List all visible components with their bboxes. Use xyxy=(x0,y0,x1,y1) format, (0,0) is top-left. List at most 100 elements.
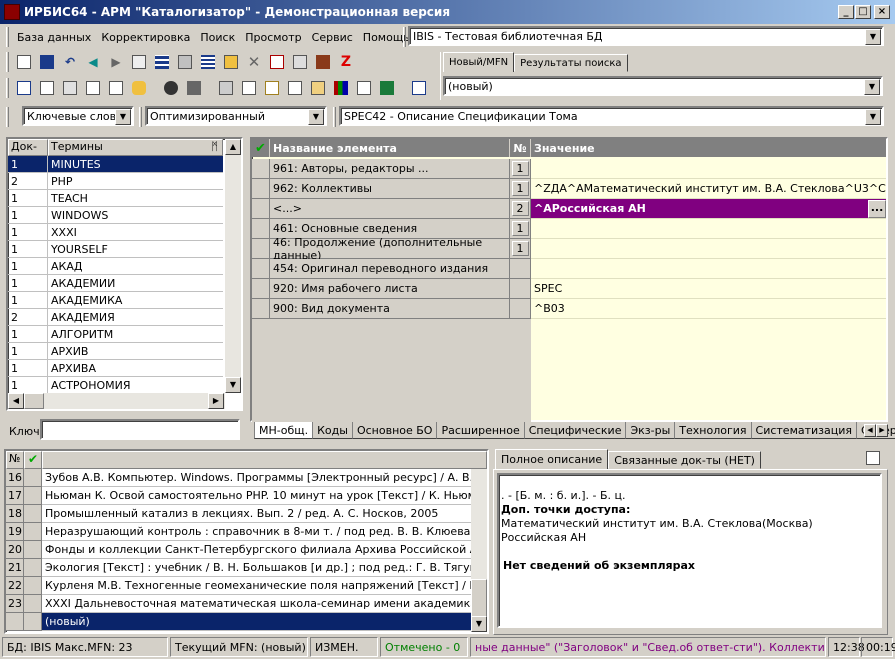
tab-search-results[interactable]: Результаты поиска xyxy=(514,54,628,72)
key-input[interactable] xyxy=(40,419,240,440)
hand-icon[interactable] xyxy=(129,78,149,98)
occurrence-badge[interactable]: 1 xyxy=(511,241,529,256)
chart-icon[interactable] xyxy=(331,78,351,98)
print-icon[interactable] xyxy=(866,451,884,467)
editor-row[interactable]: 454: Оригинал переводного издания xyxy=(252,259,886,279)
new-record-icon[interactable] xyxy=(14,52,34,72)
terms-list[interactable]: Док-ов Терминыᛗ 1MINUTES2PHP1TEACH1WINDO… xyxy=(6,137,243,411)
editor-tab[interactable]: Технология xyxy=(674,422,751,439)
checkmark-icon[interactable]: ✔ xyxy=(24,451,42,469)
chevron-down-icon[interactable]: ▼ xyxy=(865,29,881,45)
checkmark-icon[interactable]: ✔ xyxy=(252,139,270,157)
eye-icon[interactable] xyxy=(161,78,181,98)
header-doc-count[interactable]: Док-ов xyxy=(8,139,48,166)
forward-arrow-icon[interactable]: ▶ xyxy=(106,52,126,72)
header-title[interactable] xyxy=(42,451,487,469)
doc-mark[interactable] xyxy=(24,505,42,523)
editor-row[interactable]: 961: Авторы, редакторы ... 1 xyxy=(252,159,886,179)
mfn-select[interactable]: (новый) ▼ xyxy=(443,76,883,96)
term-row[interactable]: 1 АКАДЕМИИ xyxy=(8,275,223,292)
search-mode-select[interactable]: Ключевые слова ▼ xyxy=(22,106,134,126)
print-preview-icon[interactable] xyxy=(239,78,259,98)
scroll-right-icon[interactable]: ▶ xyxy=(208,393,224,409)
doc-row[interactable]: 19 Неразрушающий контроль : справочник в … xyxy=(6,523,471,541)
chevron-down-icon[interactable]: ▼ xyxy=(864,79,880,95)
editor-row[interactable]: <...> 2 ^AРоссийская АН... xyxy=(252,199,886,219)
menu-edit[interactable]: Корректировка xyxy=(96,31,195,44)
element-value[interactable]: ^B03 xyxy=(531,299,886,319)
term-row[interactable]: 1 XXXI xyxy=(8,224,223,241)
doc-row[interactable]: 20 Фонды и коллекции Санкт-Петербургского… xyxy=(6,541,471,559)
folder-icon[interactable] xyxy=(184,78,204,98)
doc-row[interactable]: 22 Курленя М.В. Техногенные геомеханическ… xyxy=(6,577,471,595)
doc-list[interactable]: № ✔ 16 Зубов А.В. Компьютер. Windows. Про… xyxy=(4,449,489,634)
element-value[interactable]: ^AРоссийская АН... xyxy=(531,199,886,219)
print-list-icon[interactable] xyxy=(262,78,282,98)
excel-icon[interactable] xyxy=(377,78,397,98)
term-row[interactable]: 1 АКАДЕМИКА xyxy=(8,292,223,309)
editor-row[interactable]: 962: Коллективы 1 ^ZДА^AМатематический инс… xyxy=(252,179,886,199)
term-row[interactable]: 1 WINDOWS xyxy=(8,207,223,224)
doc-mark[interactable] xyxy=(24,541,42,559)
term-row[interactable]: 1 YOURSELF xyxy=(8,241,223,258)
chevron-down-icon[interactable]: ▼ xyxy=(308,109,324,125)
doc-row[interactable]: (новый) xyxy=(6,613,471,631)
doc-row[interactable]: 23 XXXI Дальневосточная математическая шк… xyxy=(6,595,471,613)
doclist-vscroll[interactable]: ▼ xyxy=(471,469,487,632)
z3950-icon[interactable]: Z xyxy=(336,52,356,72)
tab-related-docs[interactable]: Связанные док-ты (НЕТ) xyxy=(608,451,761,469)
tab-scroll-left-icon[interactable]: ◀ xyxy=(864,424,876,437)
occurrence-badge[interactable]: 1 xyxy=(511,181,529,196)
element-value[interactable]: SPEC xyxy=(531,279,886,299)
editor-row[interactable]: 920: Имя рабочего листа SPEC xyxy=(252,279,886,299)
print-icon[interactable] xyxy=(216,78,236,98)
doc-mark[interactable] xyxy=(24,523,42,541)
editor-grid[interactable]: ✔ Название элемента № Значение 961: Авто… xyxy=(250,137,888,423)
chevron-down-icon[interactable]: ▼ xyxy=(865,109,881,125)
stamp-icon[interactable] xyxy=(175,52,195,72)
editor-row[interactable]: 900: Вид документа ^B03 xyxy=(252,299,886,319)
import-icon[interactable] xyxy=(267,52,287,72)
terms-vscroll[interactable]: ▲ ▼ xyxy=(225,139,241,393)
tab-full-description[interactable]: Полное описание xyxy=(495,449,609,469)
ellipsis-button[interactable]: ... xyxy=(868,200,886,218)
menu-database[interactable]: База данных xyxy=(12,31,96,44)
element-value[interactable] xyxy=(531,259,886,279)
message-edit-icon[interactable] xyxy=(83,78,103,98)
tab-scroll-right-icon[interactable]: ▶ xyxy=(876,424,888,437)
occurrence-badge[interactable]: 2 xyxy=(511,201,529,216)
term-row[interactable]: 1 MINUTES xyxy=(8,156,223,173)
element-value[interactable] xyxy=(531,239,886,259)
doc-mark[interactable] xyxy=(24,613,42,631)
stats-icon[interactable] xyxy=(354,78,374,98)
chevron-down-icon[interactable]: ▼ xyxy=(115,109,131,125)
close-button[interactable]: × xyxy=(874,5,890,19)
doc-mark[interactable] xyxy=(24,487,42,505)
tab-new-mfn[interactable]: Новый/MFN xyxy=(443,52,515,72)
editor-tab[interactable]: Коды xyxy=(312,422,352,439)
save-icon[interactable] xyxy=(37,52,57,72)
minimize-button[interactable]: _ xyxy=(838,5,854,19)
term-row[interactable]: 1 TEACH xyxy=(8,190,223,207)
doc-row[interactable]: 18 Промышленный катализ в лекциях. Вып. 2… xyxy=(6,505,471,523)
edit-icon[interactable] xyxy=(221,52,241,72)
menu-search[interactable]: Поиск xyxy=(195,31,240,44)
editor-tab[interactable]: Специфические xyxy=(523,422,626,439)
term-row[interactable]: 1 АЛГОРИТМ xyxy=(8,326,223,343)
grid-icon[interactable] xyxy=(152,52,172,72)
header-terms[interactable]: Термины ᛗ xyxy=(48,139,223,156)
scroll-thumb[interactable] xyxy=(471,579,487,619)
term-row[interactable]: 2 PHP xyxy=(8,173,223,190)
maximize-button[interactable]: □ xyxy=(855,5,871,19)
app-icon[interactable] xyxy=(4,4,20,20)
settings-icon[interactable] xyxy=(409,78,429,98)
worksheet-select[interactable]: SPEC42 - Описание Спецификации Тома ▼ xyxy=(339,106,884,126)
doc-row[interactable]: 17 Ньюман К. Освой самостоятельно PHP. 10… xyxy=(6,487,471,505)
db-select[interactable]: IBIS - Тестовая библиотечная БД ▼ xyxy=(408,26,884,46)
term-row[interactable]: 1 АРХИВА xyxy=(8,360,223,377)
delete-icon[interactable]: ✕ xyxy=(244,52,264,72)
list-icon[interactable] xyxy=(198,52,218,72)
scroll-up-icon[interactable]: ▲ xyxy=(225,139,241,155)
scroll-down-icon[interactable]: ▼ xyxy=(225,377,241,393)
editor-tab[interactable]: Основное БО xyxy=(351,422,437,439)
